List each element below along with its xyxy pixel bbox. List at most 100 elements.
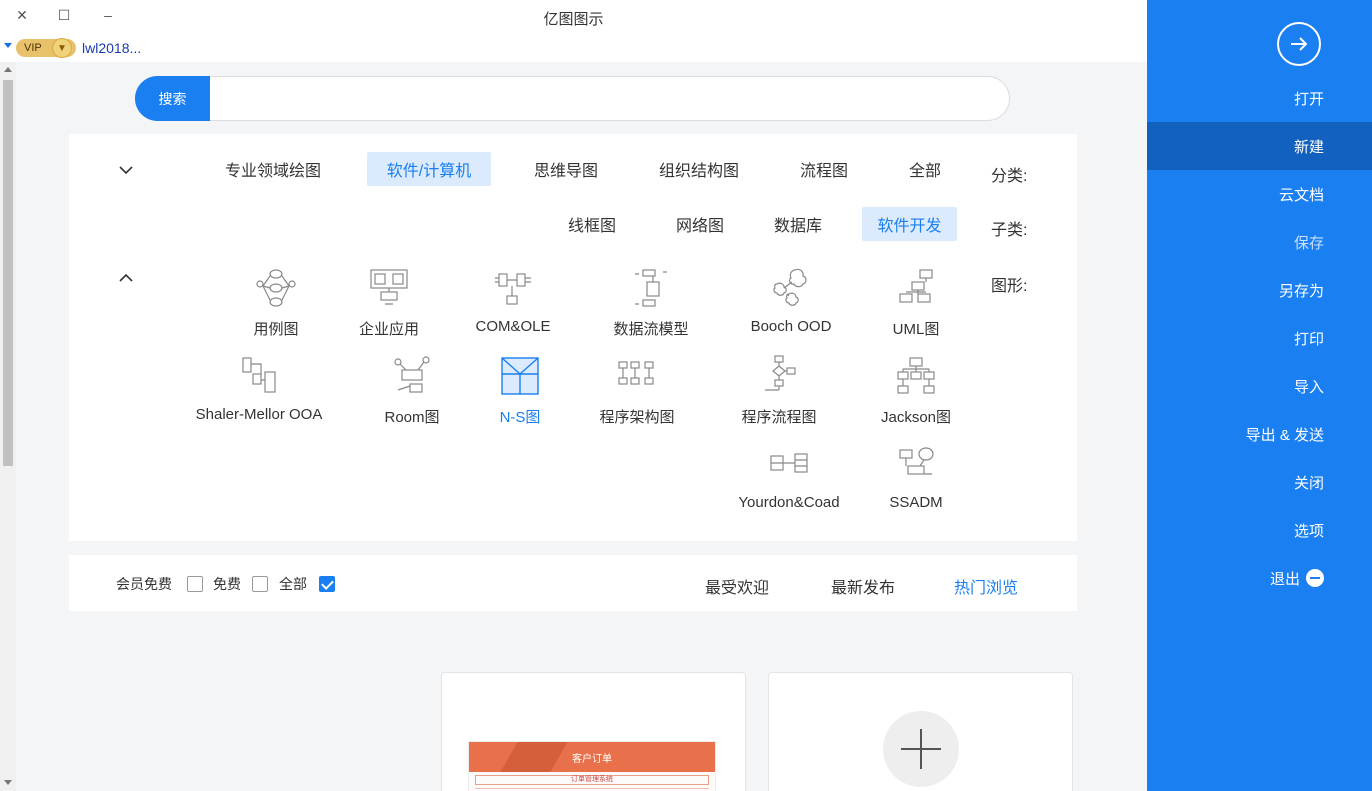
- nav-close[interactable]: 关闭: [1147, 458, 1372, 506]
- template-booch-ood[interactable]: Booch OOD: [736, 266, 846, 346]
- template-label: 企业应用: [358, 321, 419, 338]
- scroll-down-icon[interactable]: [4, 780, 12, 785]
- plus-icon[interactable]: [883, 711, 959, 787]
- nav-print[interactable]: 打印: [1147, 314, 1372, 362]
- search-box: 搜索: [135, 76, 1010, 121]
- template-label: 数据流模型: [613, 321, 689, 338]
- template-label: Jackson图: [880, 409, 952, 426]
- scroll-up-icon[interactable]: [4, 67, 12, 72]
- nav-open[interactable]: 打开: [1147, 74, 1372, 122]
- subcategory-software-dev[interactable]: 软件开发: [862, 207, 957, 241]
- template-program-flow[interactable]: 程序流程图: [724, 354, 834, 434]
- search-input[interactable]: [216, 87, 996, 111]
- window-title: 亿图图示: [543, 11, 604, 28]
- username[interactable]: lwl2018...: [82, 40, 141, 56]
- template-ns-diagram[interactable]: N-S图: [465, 354, 575, 434]
- template-label: Booch OOD: [750, 318, 832, 335]
- new-blank-card[interactable]: [768, 672, 1073, 791]
- nav-save[interactable]: 保存: [1147, 218, 1372, 266]
- nav-exit[interactable]: 退出: [1147, 554, 1372, 602]
- nav-options[interactable]: 选项: [1147, 506, 1372, 554]
- nav-export-send[interactable]: 导出 & 发送: [1147, 410, 1372, 458]
- nav-save-as[interactable]: 另存为: [1147, 266, 1372, 314]
- template-yourdon-coad[interactable]: Yourdon&Coad: [724, 442, 854, 522]
- vip-label: VIP: [24, 42, 42, 54]
- checkbox-all[interactable]: [319, 576, 335, 592]
- subcategory-database[interactable]: 数据库: [765, 207, 831, 241]
- template-label: UML图: [892, 321, 940, 338]
- template-shaler-mellor[interactable]: Shaler-Mellor OOA: [189, 354, 329, 434]
- tab-popular[interactable]: 热门浏览: [954, 574, 1018, 598]
- search-button[interactable]: 搜索: [135, 76, 210, 121]
- user-dropdown-caret-icon[interactable]: [4, 43, 12, 48]
- com-ole-icon: [495, 273, 531, 305]
- open-arrow-icon[interactable]: [1277, 22, 1321, 66]
- subcategory-label: 子类:: [991, 222, 1028, 239]
- app-window: ✕ ☐ – 亿图图示 VIP ▼ lwl2018... 搜索 分类: 全部 流程…: [0, 0, 1372, 791]
- tab-most-liked[interactable]: 最受欢迎: [705, 574, 769, 598]
- template-label: COM&OLE: [475, 318, 551, 335]
- category-mind-map[interactable]: 思维导图: [521, 152, 611, 186]
- checkbox-member-free-label: 会员免费: [116, 576, 172, 592]
- program-architecture-icon: [618, 361, 654, 385]
- category-software-computer[interactable]: 软件/计算机: [367, 152, 491, 186]
- nav-import[interactable]: 导入: [1147, 362, 1372, 410]
- template-program-architecture[interactable]: 程序架构图: [582, 354, 692, 434]
- template-label: Yourdon&Coad: [738, 494, 840, 511]
- template-room[interactable]: Room图: [357, 354, 467, 434]
- category-panel: 分类: 全部 流程图 组织结构图 思维导图 软件/计算机 专业领域绘图 子类: …: [69, 134, 1077, 541]
- tab-latest[interactable]: 最新发布: [831, 574, 895, 598]
- chevron-down-icon[interactable]: [119, 163, 133, 177]
- preview-subtitle: 订单管理系统: [475, 775, 709, 785]
- nav-new[interactable]: 新建: [1147, 122, 1372, 170]
- template-com-ole[interactable]: COM&OLE: [458, 266, 568, 346]
- jackson-diagram-icon: [897, 357, 935, 394]
- checkbox-free[interactable]: [252, 576, 268, 592]
- template-ssadm[interactable]: SSADM: [861, 442, 971, 522]
- category-label: 分类:: [991, 168, 1028, 185]
- checkbox-all-label: 全部: [279, 576, 307, 592]
- checkbox-member-free[interactable]: [187, 576, 203, 592]
- room-diagram-icon: [394, 356, 430, 393]
- preview-title: 客户订单: [469, 742, 715, 772]
- booch-cloud-icon: [773, 268, 807, 306]
- template-label: SSADM: [889, 494, 943, 511]
- program-flow-icon: [765, 355, 796, 391]
- use-case-icon: [256, 269, 296, 307]
- uml-diagram-icon: [899, 269, 933, 303]
- template-preview: 客户订单 订单管理系统: [468, 741, 716, 791]
- template-jackson[interactable]: Jackson图: [861, 354, 971, 434]
- vip-chevron-icon: ▼: [52, 38, 72, 58]
- category-all[interactable]: 全部: [895, 152, 955, 186]
- yourdon-coad-icon: [770, 453, 808, 473]
- subcategory-network[interactable]: 网络图: [667, 207, 733, 241]
- template-uml[interactable]: UML图: [861, 266, 971, 346]
- vertical-scrollbar[interactable]: [0, 62, 16, 791]
- enterprise-app-icon: [370, 269, 408, 305]
- chevron-up-icon[interactable]: [119, 271, 133, 285]
- category-org-chart[interactable]: 组织结构图: [647, 152, 751, 186]
- user-bar: VIP ▼ lwl2018...: [0, 34, 1147, 62]
- ssadm-icon: [899, 447, 934, 475]
- filter-bar: 热门浏览 最新发布 最受欢迎 全部 免费 会员免费: [69, 555, 1077, 611]
- exit-icon: [1306, 569, 1324, 587]
- data-flow-icon: [635, 269, 667, 307]
- template-label: 程序架构图: [599, 409, 675, 426]
- shapes-label: 图形:: [991, 278, 1028, 295]
- nav-cloud-docs[interactable]: 云文档: [1147, 170, 1372, 218]
- template-enterprise-app[interactable]: 企业应用: [334, 266, 444, 346]
- checkbox-free-label: 免费: [213, 576, 241, 592]
- template-label: 用例图: [253, 321, 299, 338]
- scrollbar-thumb[interactable]: [3, 80, 13, 466]
- template-label: 程序流程图: [741, 409, 817, 426]
- shaler-mellor-icon: [242, 357, 276, 393]
- template-use-case[interactable]: 用例图: [221, 266, 331, 346]
- ns-diagram-icon: [501, 357, 539, 395]
- subcategory-wireframe[interactable]: 线框图: [557, 207, 627, 241]
- nav-exit-label: 退出: [1269, 570, 1300, 588]
- title-bar: ✕ ☐ – 亿图图示: [0, 0, 1147, 34]
- template-card[interactable]: 客户订单 订单管理系统: [441, 672, 746, 791]
- category-flowchart[interactable]: 流程图: [789, 152, 859, 186]
- template-data-flow[interactable]: 数据流模型: [596, 266, 706, 346]
- category-professional[interactable]: 专业领域绘图: [211, 152, 335, 186]
